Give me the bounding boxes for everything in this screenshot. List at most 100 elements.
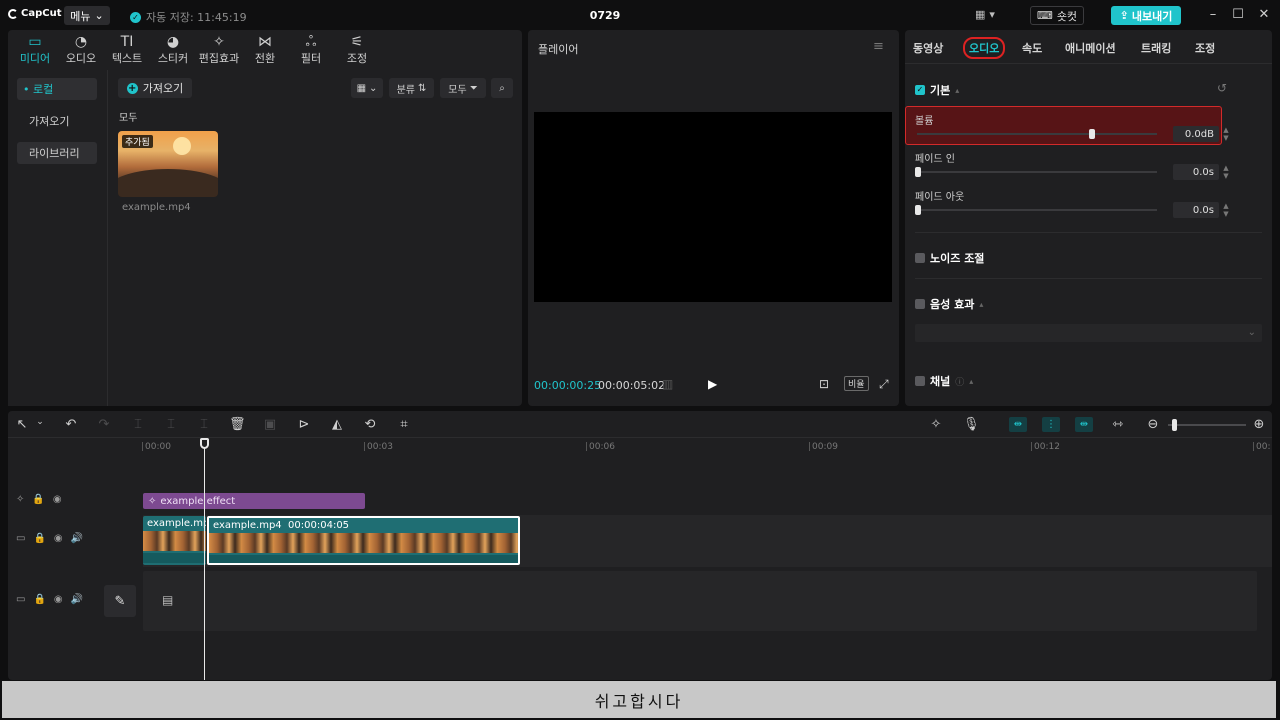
export-button[interactable]: ⇪ 내보내기 bbox=[1111, 6, 1181, 25]
close-icon[interactable]: ✕ bbox=[1257, 7, 1271, 22]
volume-stepper[interactable]: ▲ ▼ bbox=[1221, 126, 1231, 142]
fade-in-slider[interactable] bbox=[915, 167, 1157, 177]
eye-icon[interactable]: ◉ bbox=[54, 533, 63, 544]
eye-icon[interactable]: ◉ bbox=[53, 494, 62, 505]
zoom-out-icon[interactable]: ⊖ bbox=[1145, 417, 1161, 432]
shortcut-button[interactable]: ⌨ 숏컷 bbox=[1030, 6, 1084, 25]
video-clip[interactable]: example.mp4 bbox=[143, 516, 206, 565]
tab-adjust[interactable]: ⚟ 조정 bbox=[334, 30, 380, 70]
ratio-button[interactable]: 비율 bbox=[844, 376, 869, 391]
reset-icon[interactable]: ↺ bbox=[1217, 81, 1227, 95]
sort-button[interactable]: 분류 ⇅ bbox=[389, 78, 434, 98]
tab-sticker[interactable]: ◕ 스티커 bbox=[150, 30, 196, 70]
eye-icon[interactable]: ◉ bbox=[54, 594, 63, 605]
fade-out-value[interactable]: 0.0s bbox=[1173, 202, 1219, 218]
main-track-magnet-icon[interactable]: ⇹ bbox=[1009, 417, 1027, 432]
speaker-icon[interactable]: 🔊 bbox=[71, 533, 83, 544]
empty-track[interactable] bbox=[143, 571, 1257, 631]
tab-speed[interactable]: 속도 bbox=[1022, 40, 1042, 56]
play-button[interactable]: ▶ bbox=[708, 377, 717, 391]
view-mode-button[interactable]: ▦ ⌄ bbox=[351, 78, 383, 98]
reverse-play-icon[interactable]: ⊳ bbox=[296, 417, 312, 432]
fullscreen-screenshot-icon[interactable]: ⊡ bbox=[819, 377, 829, 391]
select-tool-icon[interactable]: ↖ bbox=[14, 417, 30, 432]
tab-animation[interactable]: 애니메이션 bbox=[1065, 40, 1116, 56]
menu-button[interactable]: 메뉴 ⌄ bbox=[64, 6, 110, 25]
tab-tracking[interactable]: 트래킹 bbox=[1141, 40, 1171, 56]
playhead[interactable] bbox=[204, 438, 205, 680]
search-button[interactable]: ⌕ bbox=[491, 78, 513, 98]
maximize-icon[interactable]: ☐ bbox=[1231, 7, 1245, 22]
timeline-grid-icon[interactable]: ▥ bbox=[662, 377, 673, 391]
checkbox-icon[interactable]: ✓ bbox=[915, 85, 925, 95]
zoom-in-icon[interactable]: ⊕ bbox=[1251, 417, 1267, 432]
sidebar-item-local[interactable]: • 로컬 bbox=[17, 78, 97, 100]
channel-section-header[interactable]: 채널 ⓘ ▴ bbox=[915, 373, 973, 389]
volume-slider[interactable] bbox=[917, 129, 1157, 139]
checkbox-icon[interactable] bbox=[915, 376, 925, 386]
zoom-slider[interactable] bbox=[1168, 424, 1246, 426]
layout-button[interactable]: ▦ ▾ bbox=[975, 8, 995, 21]
undo-icon[interactable]: ↶ bbox=[63, 417, 79, 432]
split-left-icon[interactable]: ⌶ bbox=[163, 417, 179, 432]
lock-icon[interactable]: 🔒 bbox=[32, 494, 44, 505]
expand-icon[interactable]: ⤢ bbox=[879, 377, 889, 392]
noise-section-header[interactable]: 노이즈 조절 bbox=[915, 250, 984, 266]
speaker-icon[interactable]: 🔊 bbox=[71, 594, 83, 605]
preview-axis-icon[interactable]: ⇿ bbox=[1110, 417, 1126, 432]
tab-transition[interactable]: ⋈ 전환 bbox=[242, 30, 288, 70]
tab-audio[interactable]: ◔ 오디오 bbox=[58, 30, 104, 70]
media-thumbnail[interactable]: 추가됨 bbox=[118, 131, 218, 197]
rotate-icon[interactable]: ⟲ bbox=[362, 417, 378, 432]
fade-in-stepper[interactable]: ▲ ▼ bbox=[1221, 164, 1231, 180]
hamburger-icon[interactable]: ≡ bbox=[873, 39, 884, 54]
playhead-handle[interactable] bbox=[200, 438, 209, 449]
layout-icon: ▦ bbox=[975, 8, 986, 21]
video-clip-selected[interactable]: example.mp4 00:00:04:05 bbox=[207, 516, 520, 565]
voice-effect-section-header[interactable]: 음성 효과 ▴ bbox=[915, 296, 983, 312]
sidebar-item-library[interactable]: 라이브러리 bbox=[17, 142, 97, 164]
ai-magic-icon[interactable]: ✧ bbox=[928, 417, 944, 432]
linkage-icon[interactable]: ⇹ bbox=[1075, 417, 1093, 432]
edit-cover-button[interactable]: ✎ bbox=[104, 585, 136, 617]
filter-button[interactable]: 모두 ⏷ bbox=[440, 78, 486, 98]
sidebar-item-import[interactable]: 가져오기 bbox=[17, 110, 97, 132]
split-icon[interactable]: ⌶ bbox=[130, 417, 146, 432]
volume-slider-knob[interactable] bbox=[1089, 129, 1096, 139]
tab-video[interactable]: 동영상 bbox=[913, 40, 943, 56]
effect-clip[interactable]: ✧ example effect bbox=[143, 493, 365, 509]
lock-icon[interactable]: 🔒 bbox=[33, 594, 45, 605]
lock-icon[interactable]: 🔒 bbox=[33, 533, 45, 544]
volume-value[interactable]: 0.0dB bbox=[1173, 126, 1219, 142]
tab-filter[interactable]: ஃ 필터 bbox=[288, 30, 334, 70]
fade-in-value[interactable]: 0.0s bbox=[1173, 164, 1219, 180]
total-timecode: 00:00:05:02 bbox=[598, 379, 666, 392]
tab-audio-inspector[interactable]: 오디오 bbox=[963, 37, 1006, 59]
split-right-icon[interactable]: ⌶ bbox=[196, 417, 212, 432]
redo-icon[interactable]: ↷ bbox=[96, 417, 112, 432]
delete-icon[interactable]: 🗑 bbox=[229, 417, 246, 432]
chevron-down-icon: ⌄ bbox=[94, 9, 104, 22]
fade-in-knob[interactable] bbox=[915, 167, 921, 177]
crop-icon[interactable]: ⌗ bbox=[396, 417, 412, 432]
fade-out-slider[interactable] bbox=[915, 205, 1157, 215]
minimize-icon[interactable]: – bbox=[1206, 7, 1220, 22]
chevron-down-icon[interactable]: ⌄ bbox=[32, 417, 48, 427]
microphone-icon[interactable]: 🎙 bbox=[963, 417, 980, 432]
tab-text[interactable]: TI 텍스트 bbox=[104, 30, 150, 70]
fade-out-knob[interactable] bbox=[915, 205, 921, 215]
checkbox-icon[interactable] bbox=[915, 299, 925, 309]
tab-media[interactable]: ▭ 미디어 bbox=[12, 30, 58, 70]
auto-snap-icon[interactable]: ⋮ bbox=[1042, 417, 1060, 432]
video-preview[interactable] bbox=[534, 112, 892, 302]
tab-adjust-inspector[interactable]: 조정 bbox=[1195, 40, 1215, 56]
freeze-icon[interactable]: ▣ bbox=[262, 417, 278, 432]
mirror-icon[interactable]: ◭ bbox=[329, 417, 345, 432]
import-button[interactable]: + 가져오기 bbox=[118, 78, 192, 98]
checkbox-icon[interactable] bbox=[915, 253, 925, 263]
basic-section-header[interactable]: ✓ 기본 ▴ bbox=[915, 82, 959, 98]
zoom-slider-knob[interactable] bbox=[1172, 419, 1177, 431]
tab-effects[interactable]: ✧ 편집효과 bbox=[196, 30, 242, 70]
voice-effect-dropdown[interactable]: ⌄ bbox=[915, 324, 1262, 342]
fade-out-stepper[interactable]: ▲ ▼ bbox=[1221, 202, 1231, 218]
